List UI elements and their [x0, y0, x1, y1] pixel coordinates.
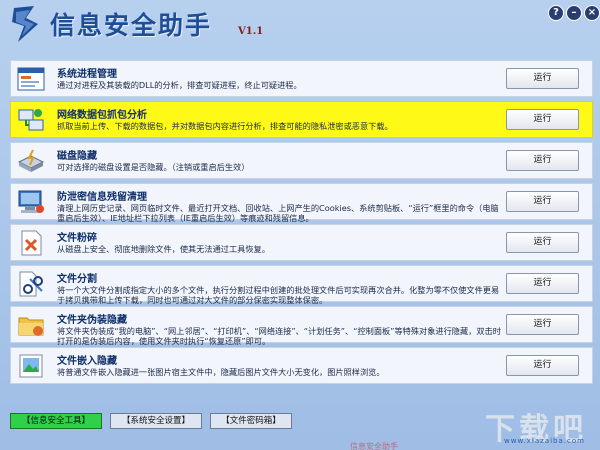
run-button[interactable]: 运行	[506, 191, 579, 212]
tool-row-packet-capture: 网络数据包抓包分析 抓取当前上传、下载的数据包，并对数据包内容进行分析，排查可能…	[10, 101, 593, 138]
run-button[interactable]: 运行	[506, 232, 579, 253]
app-window: 信息安全助手 V1.1 ? – × 系统进程管理 通过对进程及其装载的DLL的分…	[0, 0, 600, 450]
title-bar: 信息安全助手 V1.1 ? – ×	[0, 0, 600, 48]
tool-description: 通过对进程及其装载的DLL的分析，排查可疑进程，终止可疑进程。	[57, 80, 302, 90]
run-button[interactable]: 运行	[506, 273, 579, 294]
folder-icon	[18, 317, 44, 336]
run-button[interactable]: 运行	[506, 314, 579, 335]
tool-title: 文件夹伪装隐藏	[57, 315, 127, 326]
tool-list: 系统进程管理 通过对进程及其装载的DLL的分析，排查可疑进程，终止可疑进程。 运…	[10, 60, 593, 406]
close-button[interactable]: ×	[584, 5, 600, 21]
app-logo-icon	[12, 6, 38, 42]
tool-title: 文件嵌入隐藏	[57, 356, 117, 367]
tool-title: 网络数据包抓包分析	[57, 110, 147, 121]
tool-row-file-split: 文件分割 将一个大文件分割成指定大小的多个文件，执行分割过程中创建的批处理文件后…	[10, 265, 593, 305]
network-icon	[18, 109, 44, 131]
disk-icon	[17, 149, 45, 172]
tool-row-disk-hide: 磁盘隐藏 可对选择的磁盘设置是否隐藏。（注销或重启后生效） 运行	[10, 142, 593, 179]
run-button[interactable]: 运行	[506, 150, 579, 171]
tool-row-process-manager: 系统进程管理 通过对进程及其装载的DLL的分析，排查可疑进程，终止可疑进程。 运…	[10, 60, 593, 97]
minimize-button[interactable]: –	[566, 5, 582, 21]
tab-security-tools[interactable]: 【信息安全工具】	[10, 413, 102, 429]
app-title: 信息安全助手	[50, 11, 213, 40]
image-icon	[19, 354, 43, 378]
run-button[interactable]: 运行	[506, 109, 579, 130]
tool-description: 将文件夹伪装成“我的电脑”、“网上邻居”、“打印机”、“网络连接”、“计划任务”…	[57, 326, 501, 346]
run-button[interactable]: 运行	[506, 68, 579, 89]
tool-row-trace-cleanup: 防泄密信息残留清理 清理上网历史记录、网页临时文件、最近打开文档、回收站、上网产…	[10, 183, 593, 223]
tool-title: 防泄密信息残留清理	[57, 192, 147, 203]
tool-title: 文件粉碎	[57, 233, 97, 244]
tool-description: 抓取当前上传、下载的数据包，并对数据包内容进行分析，排查可能的隐私泄密或恶意下载…	[57, 121, 393, 131]
footer-text: 信息安全助手	[350, 442, 398, 450]
tool-title: 系统进程管理	[57, 69, 117, 80]
file-shred-icon	[21, 230, 42, 256]
run-button[interactable]: 运行	[506, 355, 579, 376]
tool-title: 文件分割	[57, 274, 97, 285]
watermark-url: www.xiazaiba.com	[504, 437, 585, 445]
tool-description: 将一个大文件分割成指定大小的多个文件，执行分割过程中创建的批处理文件后可实现再次…	[57, 285, 500, 305]
help-button[interactable]: ?	[548, 5, 564, 21]
tab-password-box[interactable]: 【文件密码箱】	[210, 413, 292, 429]
tool-row-file-embed: 文件嵌入隐藏 将普通文件嵌入隐藏进一张图片宿主文件中，隐藏后图片文件大小无变化，…	[10, 347, 593, 384]
tool-description: 清理上网历史记录、网页临时文件、最近打开文档、回收站、上网产生的Cookies、…	[57, 203, 499, 223]
window-icon	[17, 67, 45, 91]
tool-description: 将普通文件嵌入隐藏进一张图片宿主文件中，隐藏后图片文件大小无变化，图片照样浏览。	[57, 367, 385, 377]
tool-row-file-shred: 文件粉碎 从磁盘上安全、彻底地删除文件，使其无法通过工具恢复。 运行	[10, 224, 593, 261]
tool-row-folder-disguise: 文件夹伪装隐藏 将文件夹伪装成“我的电脑”、“网上邻居”、“打印机”、“网络连接…	[10, 306, 593, 346]
tool-description: 从磁盘上安全、彻底地删除文件，使其无法通过工具恢复。	[57, 244, 270, 254]
version-label: V1.1	[238, 26, 264, 37]
file-split-icon	[19, 271, 43, 297]
tool-title: 磁盘隐藏	[57, 151, 97, 162]
tool-description: 可对选择的磁盘设置是否隐藏。（注销或重启后生效）	[57, 162, 250, 172]
computer-icon	[18, 190, 44, 213]
tab-system-settings[interactable]: 【系统安全设置】	[110, 413, 202, 429]
